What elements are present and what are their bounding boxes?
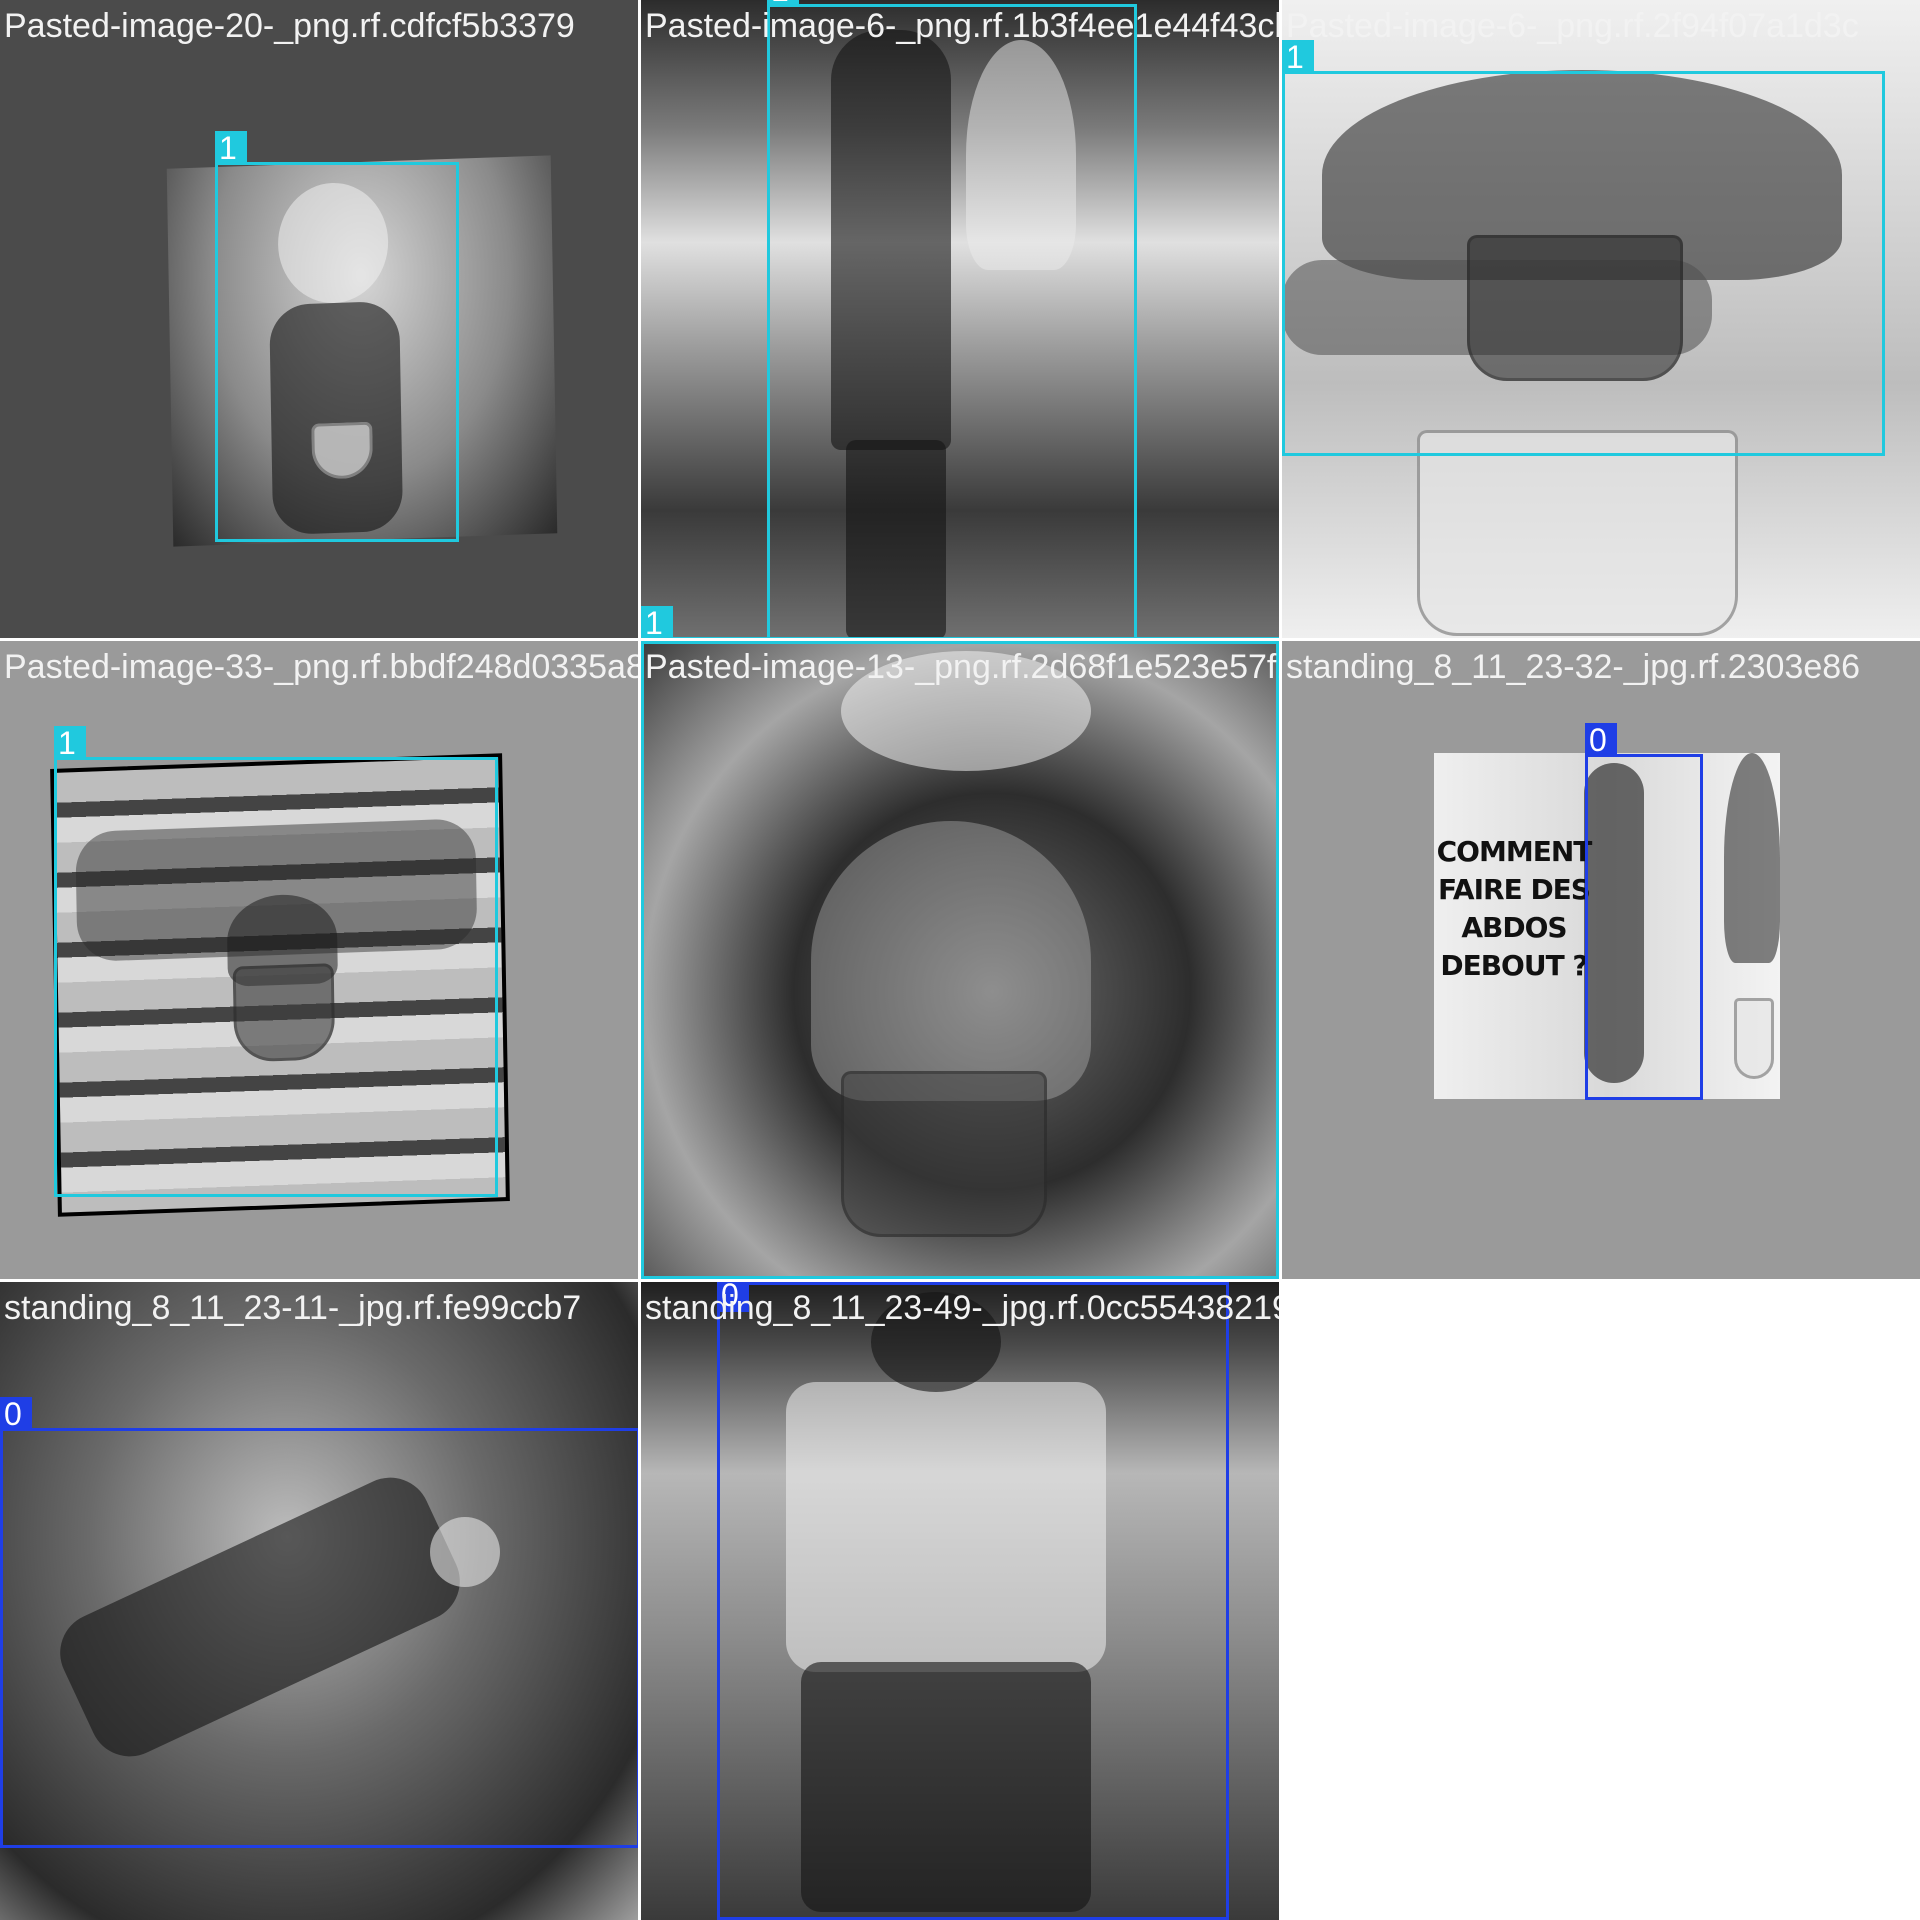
image-filename: standing_8_11_23-49-_jpg.rf.0cc554382196 — [645, 1289, 1279, 1327]
plant-leaves — [1724, 753, 1780, 963]
bounding-box-class-1 — [641, 641, 1279, 1279]
bounding-box-class-1: 1 — [215, 131, 459, 542]
bounding-box-class-0: 0 — [1585, 723, 1703, 1100]
mosaic-tile: 1 Pasted-image-20-_png.rf.cdfcf5b3379 — [0, 0, 638, 638]
bounding-box-class-1: 1 — [641, 606, 1279, 638]
mosaic-tile: 1 Pasted-image-33-_png.rf.bbdf248d0335a8 — [0, 641, 638, 1279]
mosaic-tile: Pasted-image-13-_png.rf.2d68f1e523e57f1 — [641, 641, 1279, 1279]
image-filename: Pasted-image-33-_png.rf.bbdf248d0335a8 — [4, 648, 638, 686]
plant-pot — [1734, 998, 1774, 1079]
bounding-box-label: 0 — [1585, 723, 1617, 757]
bounding-box-class-1: 1 — [1282, 40, 1885, 456]
poster-line: ABDOS DEBOUT ? — [1440, 911, 1588, 982]
image-filename: Pasted-image-6-_png.rf.2f94f07a1d3c — [1286, 7, 1859, 45]
bounding-box-label: 1 — [215, 131, 247, 165]
mosaic-tile: 0 standing_8_11_23-49-_jpg.rf.0cc5543821… — [641, 1282, 1279, 1920]
poster-line: COMMENT FAIRE DES — [1436, 835, 1593, 906]
mosaic-tile: 1 1 Pasted-image-6-_png.rf.1b3f4ee1e44f4… — [641, 0, 1279, 638]
mosaic-tile: 0 standing_8_11_23-11-_jpg.rf.fe99ccb7 — [0, 1282, 638, 1920]
mosaic-tile: COMMENT FAIRE DES ABDOS DEBOUT ? 0 stand… — [1282, 641, 1920, 1279]
image-filename: Pasted-image-6-_png.rf.1b3f4ee1e44f43cb1 — [645, 7, 1279, 45]
image-filename: Pasted-image-20-_png.rf.cdfcf5b3379 — [4, 7, 575, 45]
bounding-box-label: 0 — [0, 1397, 32, 1431]
bounding-box-label: 1 — [641, 606, 673, 638]
bounding-box-class-0: 0 — [0, 1397, 638, 1848]
ceramic-bowl — [1417, 430, 1738, 636]
image-filename: standing_8_11_23-32-_jpg.rf.2303e86 — [1286, 648, 1861, 686]
mosaic-tile: 1 Pasted-image-6-_png.rf.2f94f07a1d3c — [1282, 0, 1920, 638]
image-filename: standing_8_11_23-11-_jpg.rf.fe99ccb7 — [4, 1289, 582, 1327]
bounding-box-class-0: 0 — [717, 1282, 1229, 1920]
bounding-box-label: 1 — [54, 726, 86, 760]
image-filename: Pasted-image-13-_png.rf.2d68f1e523e57f1 — [645, 648, 1279, 686]
detection-mosaic: 1 Pasted-image-20-_png.rf.cdfcf5b3379 1 … — [0, 0, 1920, 1920]
poster-text: COMMENT FAIRE DES ABDOS DEBOUT ? — [1434, 833, 1594, 985]
bounding-box-class-1: 1 — [767, 0, 1137, 638]
bounding-box-class-1: 1 — [54, 726, 498, 1197]
